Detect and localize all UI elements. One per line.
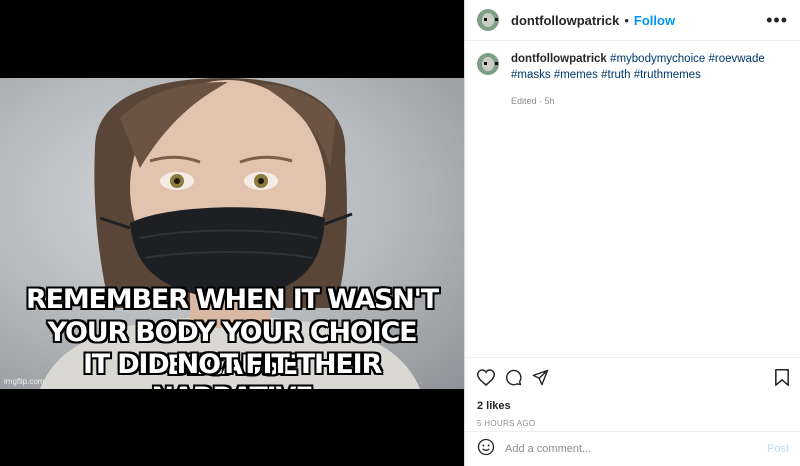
caption-username[interactable]: dontfollowpatrick <box>511 53 607 65</box>
comment-bar: Post <box>465 431 800 466</box>
comment-icon[interactable] <box>505 369 522 386</box>
separator-dot: • <box>624 12 629 28</box>
post-header: dontfollowpatrick • Follow ••• <box>465 0 800 41</box>
watermark: imgflip.com <box>4 377 45 386</box>
follow-button[interactable]: Follow <box>634 13 675 28</box>
share-icon[interactable] <box>532 369 549 386</box>
comment-input[interactable] <box>505 443 767 455</box>
action-bar: 2 likes 5 HOURS AGO <box>465 357 800 428</box>
post-comment-button[interactable]: Post <box>767 443 789 455</box>
more-options-icon[interactable]: ••• <box>766 11 788 29</box>
heart-icon[interactable] <box>477 368 495 386</box>
avatar[interactable] <box>477 9 499 31</box>
post-media[interactable]: REMEMBER WHEN IT WASN'T YOUR BODY YOUR C… <box>0 0 464 466</box>
meme-photo: REMEMBER WHEN IT WASN'T YOUR BODY YOUR C… <box>0 78 464 389</box>
header-username[interactable]: dontfollowpatrick <box>511 13 619 28</box>
edited-timestamp: Edited · 5h <box>511 96 555 106</box>
caption-avatar[interactable] <box>477 53 499 75</box>
meme-text-line-1: REMEMBER WHEN IT WASN'T <box>26 284 439 315</box>
meme-text-line-3: IT DID NOT FIT THEIR NARRATIVE <box>82 349 382 389</box>
post-sidebar: dontfollowpatrick • Follow ••• dontfollo… <box>464 0 800 466</box>
emoji-icon[interactable] <box>477 438 495 461</box>
bookmark-icon[interactable] <box>775 368 789 386</box>
post-timestamp: 5 HOURS AGO <box>477 419 536 428</box>
instagram-post: REMEMBER WHEN IT WASN'T YOUR BODY YOUR C… <box>0 0 800 466</box>
likes-count[interactable]: 2 likes <box>477 400 789 412</box>
post-caption: dontfollowpatrick #mybodymychoice #roevw… <box>465 41 800 119</box>
